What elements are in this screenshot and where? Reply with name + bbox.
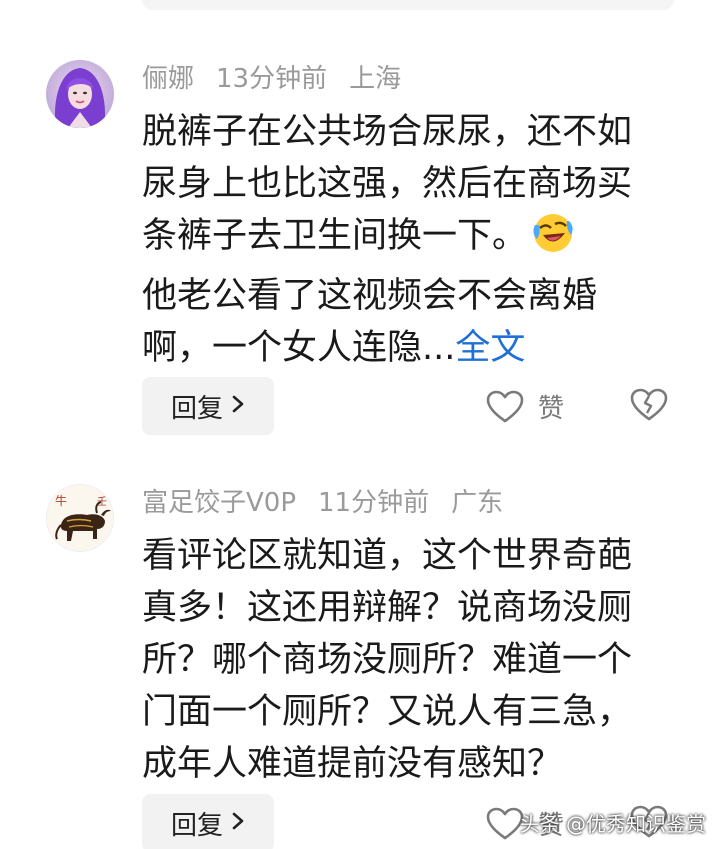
svg-text:牛: 牛: [55, 493, 67, 508]
timestamp: 13分钟前: [216, 64, 328, 94]
reply-button[interactable]: 回复: [142, 377, 274, 435]
comment-meta: 俪娜 13分钟前 上海: [142, 62, 423, 96]
comment-line: 尿身上也比这强，然后在商场买: [142, 164, 633, 204]
comment-line: 看评论区就知道，这个世界奇葩: [142, 536, 633, 576]
avatar[interactable]: 牛 壬: [46, 484, 114, 552]
timestamp: 11分钟前: [318, 488, 430, 518]
heart-icon: [486, 390, 524, 422]
comment-line-text: 啊，一个女人连隐...: [142, 328, 456, 368]
read-more-link[interactable]: 全文: [455, 328, 525, 368]
comment-text: 脱裤子在公共场合尿尿，还不如 尿身上也比这强，然后在商场买 条裤子去卫生间换一下…: [142, 106, 682, 374]
reply-label: 回复: [170, 393, 223, 424]
comment-line-text: 条裤子去卫生间换一下。: [142, 216, 528, 256]
comment-line: 啊，一个女人连隐...全文: [142, 322, 682, 374]
broken-heart-icon: [630, 388, 668, 421]
dislike-button[interactable]: [630, 388, 668, 426]
username[interactable]: 俪娜: [142, 64, 194, 94]
like-label: 赞: [538, 394, 565, 424]
chevron-right-icon: [231, 392, 245, 420]
chevron-right-icon: [231, 809, 245, 837]
comment-line: 条裤子去卫生间换一下。: [142, 210, 682, 270]
comment-line: 所？哪个商场没厕所？难道一个: [142, 640, 633, 680]
reply-label: 回复: [170, 810, 223, 841]
watermark: 头条 @优秀知识鉴赏: [519, 812, 706, 836]
reply-button[interactable]: 回复: [142, 794, 274, 849]
comment-line: 他老公看了这视频会不会离婚: [142, 276, 598, 316]
comment-line: 门面一个厕所？又说人有三急，: [142, 692, 633, 732]
laughing-crying-emoji-icon: [531, 211, 575, 270]
comment-line: 真多！这还用辩解？说商场没厕: [142, 588, 633, 628]
comment-line: 成年人难道提前没有感知？: [142, 744, 563, 784]
comment-text: 看评论区就知道，这个世界奇葩 真多！这还用辩解？说商场没厕 所？哪个商场没厕所？…: [142, 530, 682, 790]
location: 广东: [451, 488, 504, 518]
username[interactable]: 富足饺子V0P: [142, 488, 296, 518]
comment-meta: 富足饺子V0P 11分钟前 广东: [142, 486, 525, 520]
avatar[interactable]: [46, 60, 114, 128]
heart-icon: [486, 807, 524, 839]
like-button[interactable]: 赞: [486, 388, 564, 425]
comment-line: 脱裤子在公共场合尿尿，还不如: [142, 112, 633, 152]
location: 上海: [349, 64, 402, 94]
previous-reply-button-remnant[interactable]: [142, 0, 674, 10]
